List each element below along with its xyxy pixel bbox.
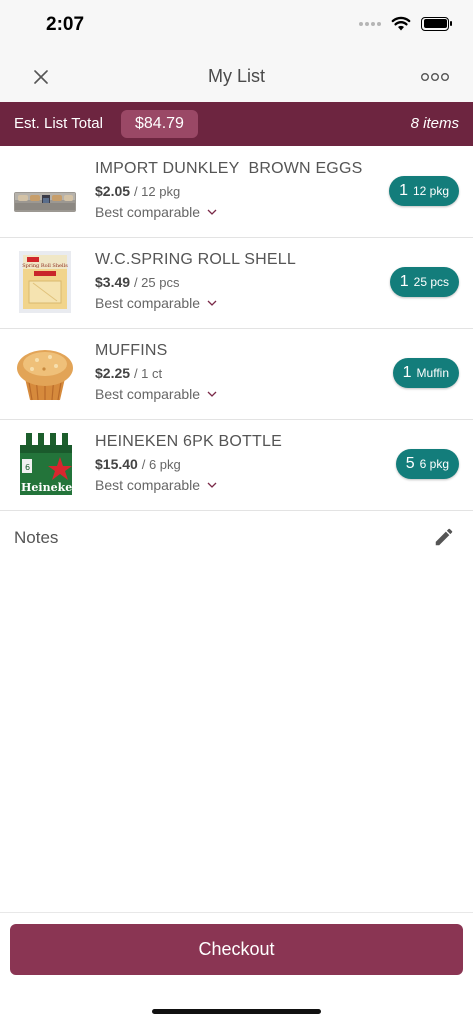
quantity-button[interactable]: 1 12 pkg [389,176,459,206]
total-label: Est. List Total [14,115,103,132]
list-item[interactable]: MUFFINS $2.25 / 1 ct Best comparable 1 Mu… [0,328,473,420]
notes-label: Notes [14,528,59,547]
quantity-button[interactable]: 1 25 pcs [389,267,459,297]
price-value: $2.25 [95,365,131,381]
comparable-label: Best comparable [95,295,201,311]
price-unit: / 25 pcs [133,275,180,290]
more-options-icon [421,73,449,81]
list-total-bar: Est. List Total $84.79 8 items [0,102,473,146]
comparable-dropdown[interactable]: Best comparable [95,477,217,493]
brand-label: Heineken [21,481,78,494]
chevron-down-icon [207,209,217,215]
item-name: W.C.SPRING ROLL SHELL [95,251,296,268]
quantity-unit: Muffin [416,366,449,380]
pencil-icon [435,528,453,546]
wifi-icon [391,16,411,31]
chevron-down-icon [207,391,217,397]
price-value: $2.05 [95,183,131,199]
total-amount: $84.79 [121,110,198,138]
battery-icon [421,16,452,31]
pack-label: Spring Roll Shells [22,263,68,269]
item-name: IMPORT DUNKLEY BROWN EGGS [95,160,363,177]
comparable-label: Best comparable [95,386,201,402]
comparable-label: Best comparable [95,477,201,493]
list-item[interactable]: Spring Roll Shells W.C.SPRING ROLL SHELL… [0,237,473,329]
svg-text:6: 6 [25,463,30,472]
item-count: 8 items [410,115,459,132]
status-time: 2:07 [46,14,85,35]
item-price: $2.05 / 12 pkg [95,183,180,199]
quantity-value: 1 [399,182,408,199]
signal-icon [359,21,381,26]
item-price: $15.40 / 6 pkg [95,456,181,472]
home-indicator [152,1009,321,1014]
price-unit: / 12 pkg [133,184,181,199]
quantity-unit: 6 pkg [419,457,449,471]
chevron-down-icon [207,300,217,306]
quantity-unit: 25 pcs [413,275,449,289]
quantity-value: 1 [399,273,409,290]
item-price: $2.25 / 1 ct [95,365,162,381]
footer-divider [0,912,473,913]
quantity-value: 1 [402,364,412,381]
price-unit: / 1 ct [133,366,163,381]
status-icons [359,16,452,31]
item-name: HEINEKEN 6PK BOTTLE [95,433,282,450]
product-image-heineken: 6 Heineken [12,431,80,497]
nav-bar: My List [0,52,473,102]
quantity-button[interactable]: 1 Muffin [392,358,459,388]
page-title: My List [207,66,265,86]
comparable-label: Best comparable [95,204,201,220]
notes-row[interactable]: Notes [0,512,473,562]
more-options-button[interactable] [415,62,455,92]
product-image-muffin [12,340,78,406]
item-name: MUFFINS [95,342,168,359]
price-unit: / 6 pkg [141,457,181,472]
quantity-button[interactable]: 5 6 pkg [395,449,459,479]
chevron-down-icon [207,482,217,488]
price-value: $3.49 [95,274,131,290]
quantity-unit: 12 pkg [412,184,449,198]
product-image-spring-roll: Spring Roll Shells [12,249,78,315]
comparable-dropdown[interactable]: Best comparable [95,386,217,402]
list-item[interactable]: IMPORT DUNKLEY BROWN EGGS $2.05 / 12 pkg… [0,146,473,238]
list-item[interactable]: 6 Heineken HEINEKEN 6PK BOTTLE $15.40 / … [0,419,473,511]
comparable-dropdown[interactable]: Best comparable [95,295,217,311]
item-price: $3.49 / 25 pcs [95,274,179,290]
quantity-value: 5 [405,455,415,472]
product-image-eggs [12,158,78,224]
comparable-dropdown[interactable]: Best comparable [95,204,217,220]
status-bar: 2:07 [0,0,473,52]
checkout-button[interactable]: Checkout [10,924,463,975]
price-value: $15.40 [95,456,138,472]
edit-notes-button[interactable] [429,522,459,552]
